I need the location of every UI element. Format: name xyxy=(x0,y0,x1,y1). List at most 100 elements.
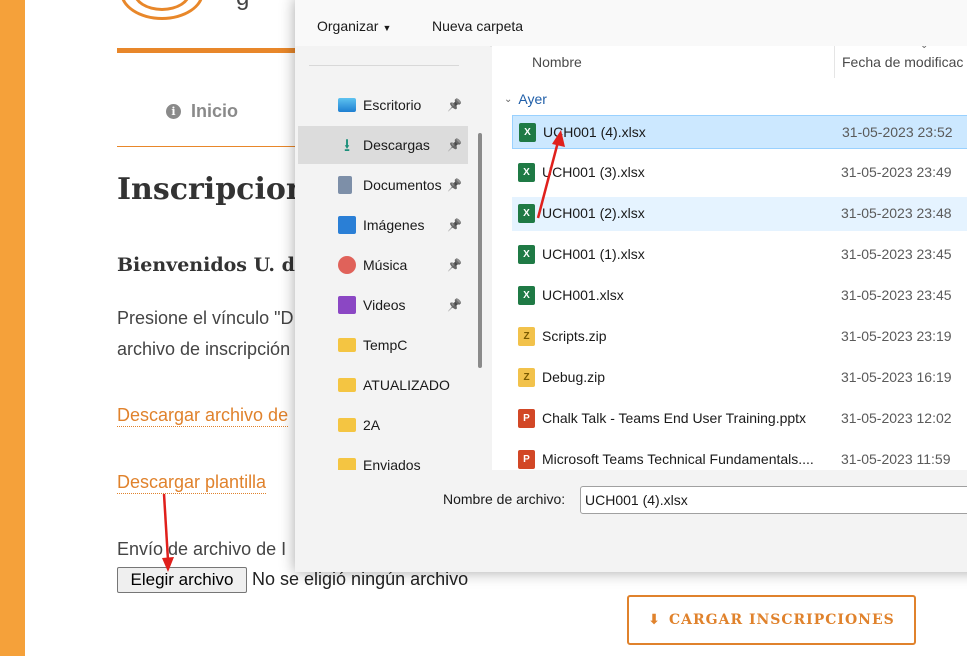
excel-file-icon: X xyxy=(518,245,535,264)
no-file-chosen-text: No se eligió ningún archivo xyxy=(252,569,469,589)
file-row[interactable]: P Chalk Talk - Teams End User Training.pp… xyxy=(512,402,967,436)
choose-file-button[interactable]: Elegir archivo xyxy=(117,567,247,593)
file-modified-date: 31-05-2023 23:45 xyxy=(841,287,952,303)
download-template-link[interactable]: Descargar plantilla xyxy=(117,472,267,494)
nav-item-tempc[interactable]: TempC xyxy=(298,326,468,364)
site-logo xyxy=(120,0,204,20)
nav-item-2a[interactable]: 2A xyxy=(298,406,468,444)
nav-item-enviados[interactable]: Enviados xyxy=(298,446,468,470)
nav-item-label: Descargas xyxy=(363,137,430,153)
upload-label: Envío de archivo de I xyxy=(117,539,287,559)
nav-item-atualizado[interactable]: ATUALIZADO xyxy=(298,366,468,404)
file-modified-date: 31-05-2023 11:59 xyxy=(841,451,951,467)
pin-icon[interactable]: 📌 xyxy=(447,218,462,232)
file-name: UCH001 (3).xlsx xyxy=(542,164,645,180)
nav-item-imágenes[interactable]: Imágenes 📌 xyxy=(298,206,468,244)
folder-icon xyxy=(338,458,356,470)
dialog-toolbar: Organizar ▼ Nueva carpeta xyxy=(295,0,967,47)
file-modified-date: 31-05-2023 23:52 xyxy=(842,124,953,140)
nav-item-videos[interactable]: Videos 📌 xyxy=(298,286,468,324)
file-row[interactable]: P Microsoft Teams Technical Fundamentals.… xyxy=(512,443,967,470)
nav-item-label: Imágenes xyxy=(363,217,425,233)
file-modified-date: 31-05-2023 23:45 xyxy=(841,246,952,262)
nav-item-label: Escritorio xyxy=(363,97,422,113)
navigation-pane: Escritorio 📌 ⭳ Descargas 📌 Documentos 📌 Imágene… xyxy=(295,46,490,470)
organize-menu[interactable]: Organizar ▼ xyxy=(317,18,391,34)
upload-button-label: CARGAR INSCRIPCIONES xyxy=(668,612,895,628)
download-icon: ⭳ xyxy=(343,135,351,155)
excel-file-icon: X xyxy=(519,123,536,142)
nav-item-label: Enviados xyxy=(363,457,421,470)
nav-item-música[interactable]: Música 📌 xyxy=(298,246,468,284)
documents-icon xyxy=(338,176,352,194)
folder-icon xyxy=(338,418,356,432)
file-row[interactable]: X UCH001 (1).xlsx 31-05-2023 23:45 xyxy=(512,238,967,272)
excel-file-icon: X xyxy=(518,163,535,182)
upload-registrations-button[interactable]: ⬇ CARGAR INSCRIPCIONES xyxy=(627,595,916,645)
column-separator[interactable] xyxy=(834,46,835,78)
nav-item-label: Videos xyxy=(363,297,406,313)
page-left-strip xyxy=(0,0,25,656)
pin-icon[interactable]: 📌 xyxy=(447,178,462,192)
filename-label: Nombre de archivo: xyxy=(443,491,566,507)
file-name: Microsoft Teams Technical Fundamentals..… xyxy=(542,451,814,467)
file-name: Chalk Talk - Teams End User Training.ppt… xyxy=(542,410,807,426)
file-row[interactable]: Z Debug.zip 31-05-2023 16:19 xyxy=(512,361,967,395)
nav-item-label: TempC xyxy=(363,337,408,353)
videos-icon xyxy=(338,296,356,314)
nav-home-label: Inicio xyxy=(191,101,239,121)
file-row[interactable]: X UCH001.xlsx 31-05-2023 23:45 xyxy=(512,279,967,313)
new-folder-button[interactable]: Nueva carpeta xyxy=(432,18,523,34)
welcome-heading: Bienvenidos U. d xyxy=(117,254,295,276)
nav-scrollbar[interactable] xyxy=(478,133,482,368)
file-row[interactable]: X UCH001 (2).xlsx 31-05-2023 23:48 xyxy=(512,197,967,231)
excel-file-icon: X xyxy=(518,286,535,305)
header-divider xyxy=(117,48,297,53)
file-open-dialog: Organizar ▼ Nueva carpeta Escritorio 📌 ⭳ Des… xyxy=(295,0,967,572)
nav-item-label: Música xyxy=(363,257,408,273)
group-header-yesterday[interactable]: ⌄ Ayer xyxy=(504,91,547,107)
nav-underline xyxy=(117,146,297,147)
file-row[interactable]: X UCH001 (3).xlsx 31-05-2023 23:49 xyxy=(512,156,967,190)
instruction-text-line2: archivo de inscripción xyxy=(117,339,291,359)
file-name: UCH001 (4).xlsx xyxy=(543,124,646,140)
file-name: UCH001 (1).xlsx xyxy=(542,246,645,262)
sort-chevron-icon: ⌄ xyxy=(920,46,928,51)
annotation-arrow-button xyxy=(162,493,174,572)
nav-item-documentos[interactable]: Documentos 📌 xyxy=(298,166,468,204)
zip-folder-icon: Z xyxy=(518,327,535,346)
nav-item-descargas[interactable]: ⭳ Descargas 📌 xyxy=(298,126,468,164)
upload-icon: ⬇ xyxy=(648,612,661,628)
file-name: Debug.zip xyxy=(542,369,606,385)
nav-item-escritorio[interactable]: Escritorio 📌 xyxy=(298,86,468,124)
download-file-link[interactable]: Descargar archivo de xyxy=(117,405,289,427)
nav-item-label: Documentos xyxy=(363,177,442,193)
column-header-name[interactable]: Nombre xyxy=(532,54,582,70)
file-modified-date: 31-05-2023 23:48 xyxy=(841,205,952,221)
nav-home-link[interactable]: i Inicio xyxy=(166,101,238,122)
file-name: UCH001.xlsx xyxy=(542,287,624,303)
pictures-icon xyxy=(338,216,356,234)
info-icon: i xyxy=(166,104,181,119)
nav-separator xyxy=(309,65,459,66)
pin-icon[interactable]: 📌 xyxy=(447,258,462,272)
chevron-down-icon: ⌄ xyxy=(504,93,513,105)
pin-icon[interactable]: 📌 xyxy=(447,98,462,112)
nav-item-label: 2A xyxy=(363,417,381,433)
organize-label: Organizar xyxy=(317,18,379,34)
powerpoint-file-icon: P xyxy=(518,450,535,469)
file-modified-date: 31-05-2023 23:19 xyxy=(841,328,952,344)
file-row[interactable]: X UCH001 (4).xlsx 31-05-2023 23:52 xyxy=(512,115,967,149)
pin-icon[interactable]: 📌 xyxy=(447,298,462,312)
pin-icon[interactable]: 📌 xyxy=(447,138,462,152)
file-row[interactable]: Z Scripts.zip 31-05-2023 23:19 xyxy=(512,320,967,354)
dialog-footer: Nombre de archivo: xyxy=(295,470,967,572)
file-modified-date: 31-05-2023 23:49 xyxy=(841,164,952,180)
file-modified-date: 31-05-2023 16:19 xyxy=(841,369,952,385)
filename-input[interactable] xyxy=(580,486,967,514)
zip-folder-icon: Z xyxy=(518,368,535,387)
site-logo-text: g xyxy=(236,0,249,12)
powerpoint-file-icon: P xyxy=(518,409,535,428)
column-header-date[interactable]: Fecha de modificac xyxy=(842,54,963,70)
folder-icon xyxy=(338,338,356,352)
